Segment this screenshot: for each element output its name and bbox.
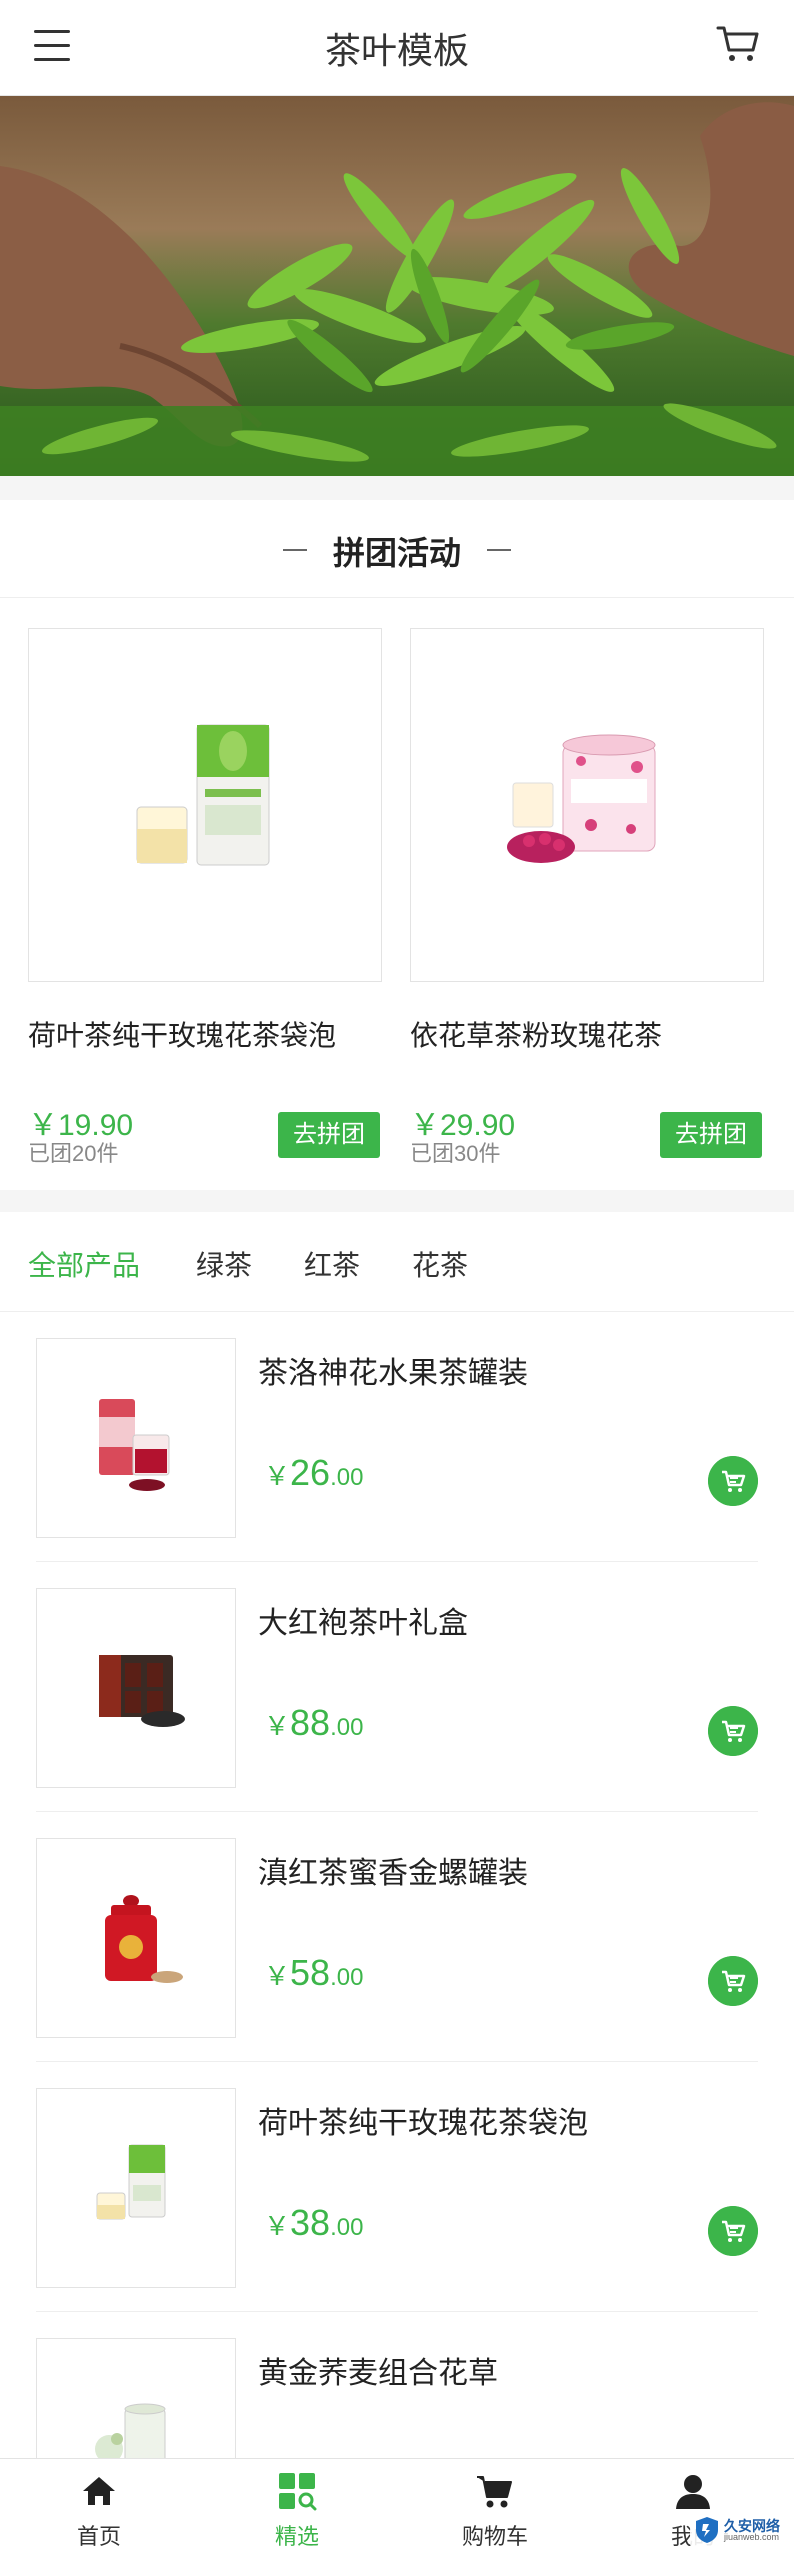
join-group-button[interactable]: 去拼团 [660, 1112, 762, 1158]
product-name[interactable]: 荷叶茶纯干玫瑰花茶袋泡 [258, 2098, 588, 2142]
watermark-subtext: jiuanweb.com [724, 2532, 780, 2542]
add-to-cart-button[interactable] [708, 2206, 758, 2256]
nav-label: 首页 [76, 2524, 121, 2549]
tab-black-tea[interactable]: 红茶 [304, 1244, 360, 1284]
group-buy-section: 拼团活动 荷叶茶纯干玫瑰花茶袋泡 ￥19.90 已团20件 去拼团 依花草茶粉玫… [0, 500, 794, 1190]
banner-image [0, 96, 794, 476]
tab-green-tea[interactable]: 绿茶 [196, 1244, 252, 1284]
product-price: ￥38.00 [264, 2202, 364, 2243]
tab-flower-tea[interactable]: 花茶 [412, 1244, 468, 1284]
page-title: 茶叶模板 [324, 30, 469, 71]
product-name[interactable]: 滇红茶蜜香金螺罐装 [258, 1848, 528, 1892]
product-name[interactable]: 茶洛神花水果茶罐装 [258, 1348, 528, 1392]
nav-featured[interactable]: 精选 [198, 2459, 396, 2554]
watermark-logo: 久安网络 jiuanweb.com [690, 2512, 790, 2548]
group-buy-name[interactable]: 依花草茶粉玫瑰花茶 [410, 1014, 662, 1054]
menu-icon[interactable] [32, 26, 72, 66]
nav-label: 购物车 [461, 2524, 528, 2549]
bottom-nav: 首页 精选 购物车 我的 [0, 2458, 794, 2554]
shield-icon [696, 2517, 718, 2543]
group-buy-title: 拼团活动 [282, 528, 512, 574]
product-price: ￥58.00 [264, 1952, 364, 1993]
list-item[interactable]: 荷叶茶纯干玫瑰花茶袋泡 ￥38.00 [36, 2062, 758, 2312]
product-image[interactable] [410, 628, 764, 982]
cart-icon [477, 2476, 512, 2508]
top-bar: 茶叶模板 [0, 0, 794, 96]
cart-icon[interactable] [714, 20, 762, 68]
user-icon [676, 2475, 710, 2509]
product-image[interactable] [36, 1588, 236, 1788]
group-buy-sold: 已团20件 [28, 1141, 119, 1166]
grid-search-icon [279, 2473, 317, 2511]
product-list-section: 全部产品 绿茶 红茶 花茶 茶洛神花水果茶罐装 ￥26.00 大红袍茶叶礼盒 ￥… [0, 1212, 794, 2554]
product-name[interactable]: 大红袍茶叶礼盒 [258, 1598, 468, 1642]
product-price: ￥26.00 [264, 1452, 364, 1493]
list-item[interactable]: 大红袍茶叶礼盒 ￥88.00 [36, 1562, 758, 1812]
add-to-cart-button[interactable] [708, 1456, 758, 1506]
add-to-cart-button[interactable] [708, 1706, 758, 1756]
nav-home[interactable]: 首页 [0, 2459, 198, 2554]
join-group-button[interactable]: 去拼团 [278, 1112, 380, 1158]
list-item[interactable]: 滇红茶蜜香金螺罐装 ￥58.00 [36, 1812, 758, 2062]
home-icon [83, 2477, 115, 2505]
nav-cart[interactable]: 购物车 [396, 2459, 594, 2554]
page: 茶叶模板 拼团活动 荷叶茶纯干玫瑰花茶袋泡 ￥19.90 已团20件 去拼团 依… [0, 0, 794, 2554]
group-buy-name[interactable]: 荷叶茶纯干玫瑰花茶袋泡 [28, 1014, 336, 1054]
product-image[interactable] [36, 2088, 236, 2288]
product-image[interactable] [28, 628, 382, 982]
product-image[interactable] [36, 1838, 236, 2038]
group-buy-card[interactable]: 依花草茶粉玫瑰花茶 ￥29.90 已团30件 去拼团 [410, 628, 764, 1173]
add-to-cart-button[interactable] [708, 1956, 758, 2006]
group-buy-sold: 已团30件 [410, 1141, 501, 1166]
hero-banner[interactable] [0, 96, 794, 476]
product-name[interactable]: 黄金荞麦组合花草 [258, 2348, 498, 2392]
product-image[interactable] [36, 1338, 236, 1538]
product-price: ￥88.00 [264, 1702, 364, 1743]
category-tabs: 全部产品 绿茶 红茶 花茶 [0, 1212, 794, 1312]
group-buy-card[interactable]: 荷叶茶纯干玫瑰花茶袋泡 ￥19.90 已团20件 去拼团 [28, 628, 382, 1173]
group-buy-header: 拼团活动 [0, 500, 794, 598]
list-item[interactable]: 茶洛神花水果茶罐装 ￥26.00 [36, 1312, 758, 1562]
tab-all-products[interactable]: 全部产品 [28, 1244, 140, 1284]
nav-label: 精选 [274, 2524, 319, 2549]
